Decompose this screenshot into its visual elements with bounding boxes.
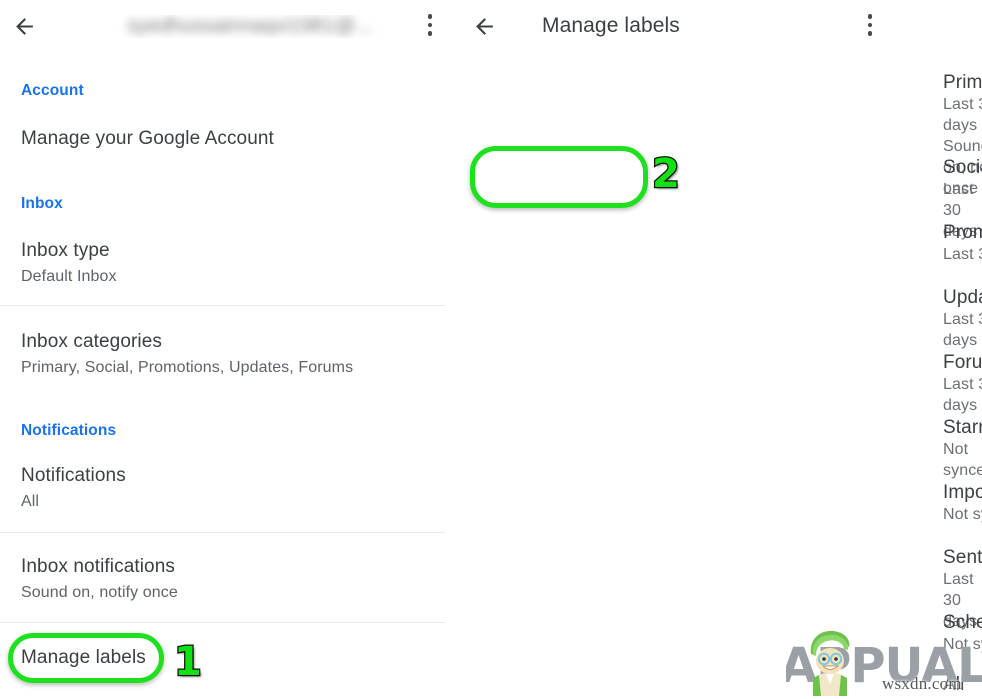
account-email-title: syedhussainnaqvi1981@... xyxy=(127,15,372,38)
label-row-important[interactable]: Important Not synced xyxy=(943,481,982,525)
section-header-account: Account xyxy=(0,82,84,100)
more-vert-icon-dot xyxy=(868,23,873,28)
label-name: Social xyxy=(943,156,982,179)
divider xyxy=(0,532,445,533)
label-sync-status: Last 30 days xyxy=(943,94,982,136)
section-header-notifications: Notifications xyxy=(0,422,116,440)
row-title: Manage labels xyxy=(21,646,146,670)
back-arrow-icon xyxy=(472,14,497,39)
label-sync-status: Last 30 days xyxy=(943,244,982,265)
row-title: Inbox type xyxy=(21,239,117,263)
left-overflow-menu-button[interactable] xyxy=(418,14,442,36)
label-name: Important xyxy=(943,481,982,504)
annotation-number-2: 2 xyxy=(652,154,680,194)
label-row-starred[interactable]: Starred Not synced xyxy=(943,416,982,481)
row-manage-labels[interactable]: Manage labels xyxy=(0,646,146,670)
more-vert-icon-dot xyxy=(428,14,433,19)
label-sync-status: Not synced xyxy=(943,439,982,481)
label-sync-status: Not synced xyxy=(943,504,982,525)
label-name: Forums xyxy=(943,351,982,374)
appuals-watermark-logo: APPUALS wsxdn.com xyxy=(786,628,982,699)
left-back-button[interactable] xyxy=(0,2,48,50)
row-inbox-categories[interactable]: Inbox categories Primary, Social, Promot… xyxy=(0,330,353,379)
more-vert-icon-dot xyxy=(868,31,873,36)
right-title-container: Manage labels xyxy=(508,14,982,38)
row-subtitle: Sound on, notify once xyxy=(21,582,178,604)
row-notifications[interactable]: Notifications All xyxy=(0,464,126,513)
row-title: Inbox categories xyxy=(21,330,353,354)
row-subtitle: Default Inbox xyxy=(21,266,117,288)
row-title: Notifications xyxy=(21,464,126,488)
right-back-button[interactable] xyxy=(460,2,508,50)
label-sync-status: Last 30 days xyxy=(943,309,982,351)
row-inbox-type[interactable]: Inbox type Default Inbox xyxy=(0,239,117,288)
more-vert-icon-dot xyxy=(428,23,433,28)
divider xyxy=(0,305,445,306)
label-name: Promotions xyxy=(943,221,982,244)
label-name: Updates xyxy=(943,286,982,309)
divider xyxy=(0,622,445,623)
more-vert-icon-dot xyxy=(428,31,433,36)
section-header-inbox: Inbox xyxy=(0,195,63,213)
label-row-updates[interactable]: Updates Last 30 days xyxy=(943,286,982,351)
label-sync-status: Last 30 days xyxy=(943,374,982,416)
manage-labels-panel: Manage labels Primary Last 30 days Sound… xyxy=(460,0,982,699)
back-arrow-icon xyxy=(12,14,37,39)
label-name: Starred xyxy=(943,416,982,439)
row-subtitle: All xyxy=(21,491,126,513)
annotation-number-1: 1 xyxy=(174,642,202,682)
gmail-settings-screenshot: syedhussainnaqvi1981@... Account Manage … xyxy=(0,0,982,699)
row-title: Inbox notifications xyxy=(21,555,178,579)
right-overflow-menu-button[interactable] xyxy=(858,14,882,36)
account-settings-panel: syedhussainnaqvi1981@... Account Manage … xyxy=(0,0,460,699)
more-vert-icon-dot xyxy=(868,14,873,19)
row-subtitle: Primary, Social, Promotions, Updates, Fo… xyxy=(21,357,353,379)
watermark-url: wsxdn.com xyxy=(882,674,962,694)
left-appbar: syedhussainnaqvi1981@... xyxy=(0,0,460,52)
row-manage-google-account[interactable]: Manage your Google Account xyxy=(0,127,274,151)
label-name: Primary xyxy=(943,71,982,94)
label-row-promotions[interactable]: Promotions Last 30 days xyxy=(943,221,982,265)
label-row-forums[interactable]: Forums Last 30 days xyxy=(943,351,982,416)
right-appbar: Manage labels xyxy=(460,0,982,52)
row-title: Manage your Google Account xyxy=(21,127,274,151)
row-inbox-notifications[interactable]: Inbox notifications Sound on, notify onc… xyxy=(0,555,178,604)
label-name: Sent xyxy=(943,546,982,569)
manage-labels-page-title: Manage labels xyxy=(542,14,680,38)
left-title-container: syedhussainnaqvi1981@... xyxy=(48,15,460,38)
mascot-icon xyxy=(803,628,857,696)
